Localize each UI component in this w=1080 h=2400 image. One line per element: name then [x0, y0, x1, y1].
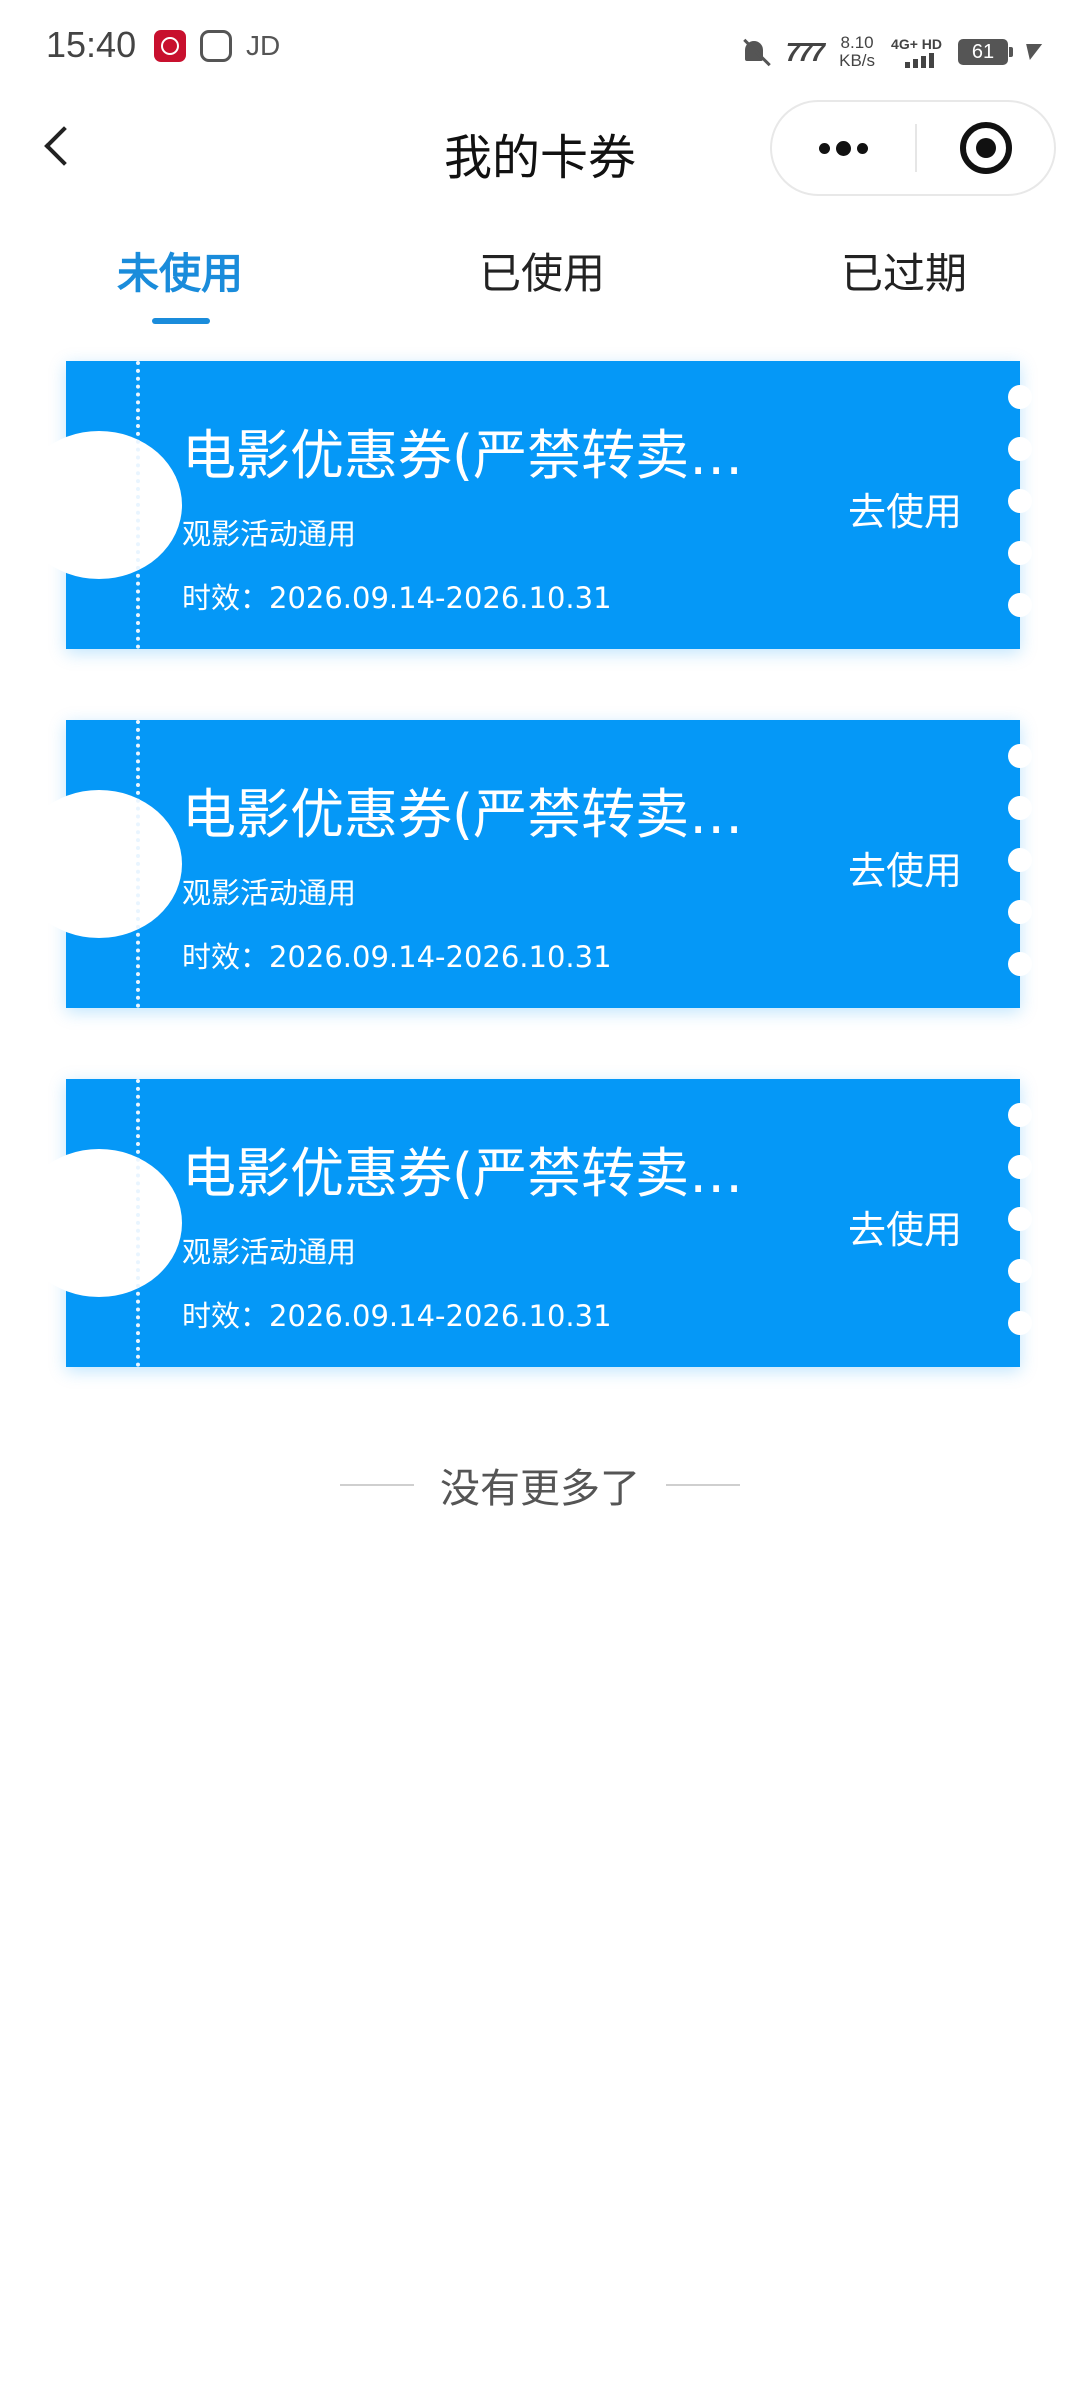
battery-level: 61	[971, 40, 995, 63]
coupon-scope: 观影活动通用	[182, 517, 357, 551]
no-more-text: 没有更多了	[440, 1466, 640, 1512]
app-notification-icon	[200, 30, 232, 62]
ticket-perforation	[136, 361, 140, 649]
net-speed-unit: KB/s	[839, 51, 876, 70]
active-tab-indicator	[152, 318, 210, 324]
tab-expired[interactable]: 已过期	[724, 240, 1080, 301]
coupon-card[interactable]: 电影优惠券(严禁转卖… 观影活动通用 时效：2026.09.14-2026.10…	[16, 720, 1032, 1008]
divider-line-right	[666, 1484, 740, 1486]
ticket-edge-teeth	[1008, 1103, 1032, 1343]
use-coupon-button[interactable]: 去使用	[848, 1199, 962, 1254]
status-bar: 15:40 JD 777 8.10 KB/s 4G+ HD 61	[0, 0, 1080, 100]
status-time: 15:40	[46, 24, 137, 65]
ticket-notch	[16, 431, 182, 579]
ticket-perforation	[136, 720, 140, 1008]
jd-label: JD	[246, 30, 281, 61]
ticket-notch	[16, 1149, 182, 1297]
use-coupon-button[interactable]: 去使用	[848, 481, 962, 536]
coupon-validity: 时效：2026.09.14-2026.10.31	[182, 1299, 612, 1333]
ticket-notch	[16, 790, 182, 938]
coupon-validity: 时效：2026.09.14-2026.10.31	[182, 940, 612, 974]
bank-app-icon	[154, 30, 186, 62]
ticket-edge-teeth	[1008, 385, 1032, 625]
network-indicator: 4G+ HD	[891, 36, 942, 68]
coupon-title: 电影优惠券(严禁转卖…	[182, 783, 744, 846]
divider-line-left	[340, 1484, 414, 1486]
mute-icon	[740, 37, 770, 67]
carrier-logo: 777	[785, 36, 825, 67]
network-type: 4G+ HD	[891, 36, 942, 52]
tab-unused[interactable]: 未使用	[0, 240, 360, 301]
more-dots-icon-center	[835, 140, 851, 156]
end-of-list: 没有更多了	[0, 1456, 1080, 1514]
close-mini-program-icon[interactable]	[960, 122, 1012, 174]
ticket-edge-teeth	[1008, 744, 1032, 984]
mini-program-capsule	[770, 100, 1056, 196]
coupon-scope: 观影活动通用	[182, 876, 357, 910]
status-indicators: 777 8.10 KB/s 4G+ HD 61	[740, 30, 1043, 74]
more-dots-icon	[818, 142, 830, 154]
coupon-title: 电影优惠券(严禁转卖…	[182, 424, 744, 487]
coupon-card[interactable]: 电影优惠券(严禁转卖… 观影活动通用 时效：2026.09.14-2026.10…	[16, 361, 1032, 649]
tab-used[interactable]: 已使用	[362, 240, 722, 301]
charging-icon	[1021, 44, 1043, 60]
net-speed: 8.10 KB/s	[839, 34, 875, 70]
battery-icon: 61	[958, 39, 1013, 65]
net-speed-value: 8.10	[840, 33, 874, 52]
more-options-button[interactable]	[772, 102, 914, 194]
capsule-divider	[915, 124, 917, 172]
ticket-perforation	[136, 1079, 140, 1367]
use-coupon-button[interactable]: 去使用	[848, 840, 962, 895]
coupon-scope: 观影活动通用	[182, 1235, 357, 1269]
coupon-title: 电影优惠券(严禁转卖…	[182, 1142, 744, 1205]
coupon-card[interactable]: 电影优惠券(严禁转卖… 观影活动通用 时效：2026.09.14-2026.10…	[16, 1079, 1032, 1367]
more-dots-icon-right	[856, 142, 868, 154]
coupon-validity: 时效：2026.09.14-2026.10.31	[182, 581, 612, 615]
signal-bars-icon	[905, 52, 935, 68]
